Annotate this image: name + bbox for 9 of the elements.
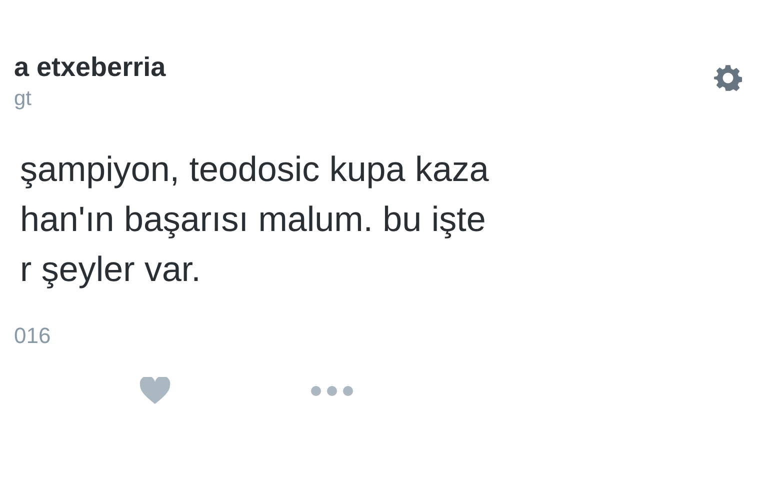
tweet-text-line: şampiyon, teodosic kupa kaza: [20, 149, 490, 191]
settings-icon[interactable]: [714, 64, 742, 92]
tweet-date: 016: [14, 323, 52, 349]
author-name: a etxeberria: [14, 52, 166, 83]
tweet-text-line: han'ın başarısı malum. bu işte: [20, 199, 487, 241]
tweet-text-line: r şeyler var.: [20, 249, 202, 291]
more-icon[interactable]: [311, 386, 353, 396]
heart-icon[interactable]: [139, 377, 171, 405]
author-handle: gt: [14, 87, 33, 111]
